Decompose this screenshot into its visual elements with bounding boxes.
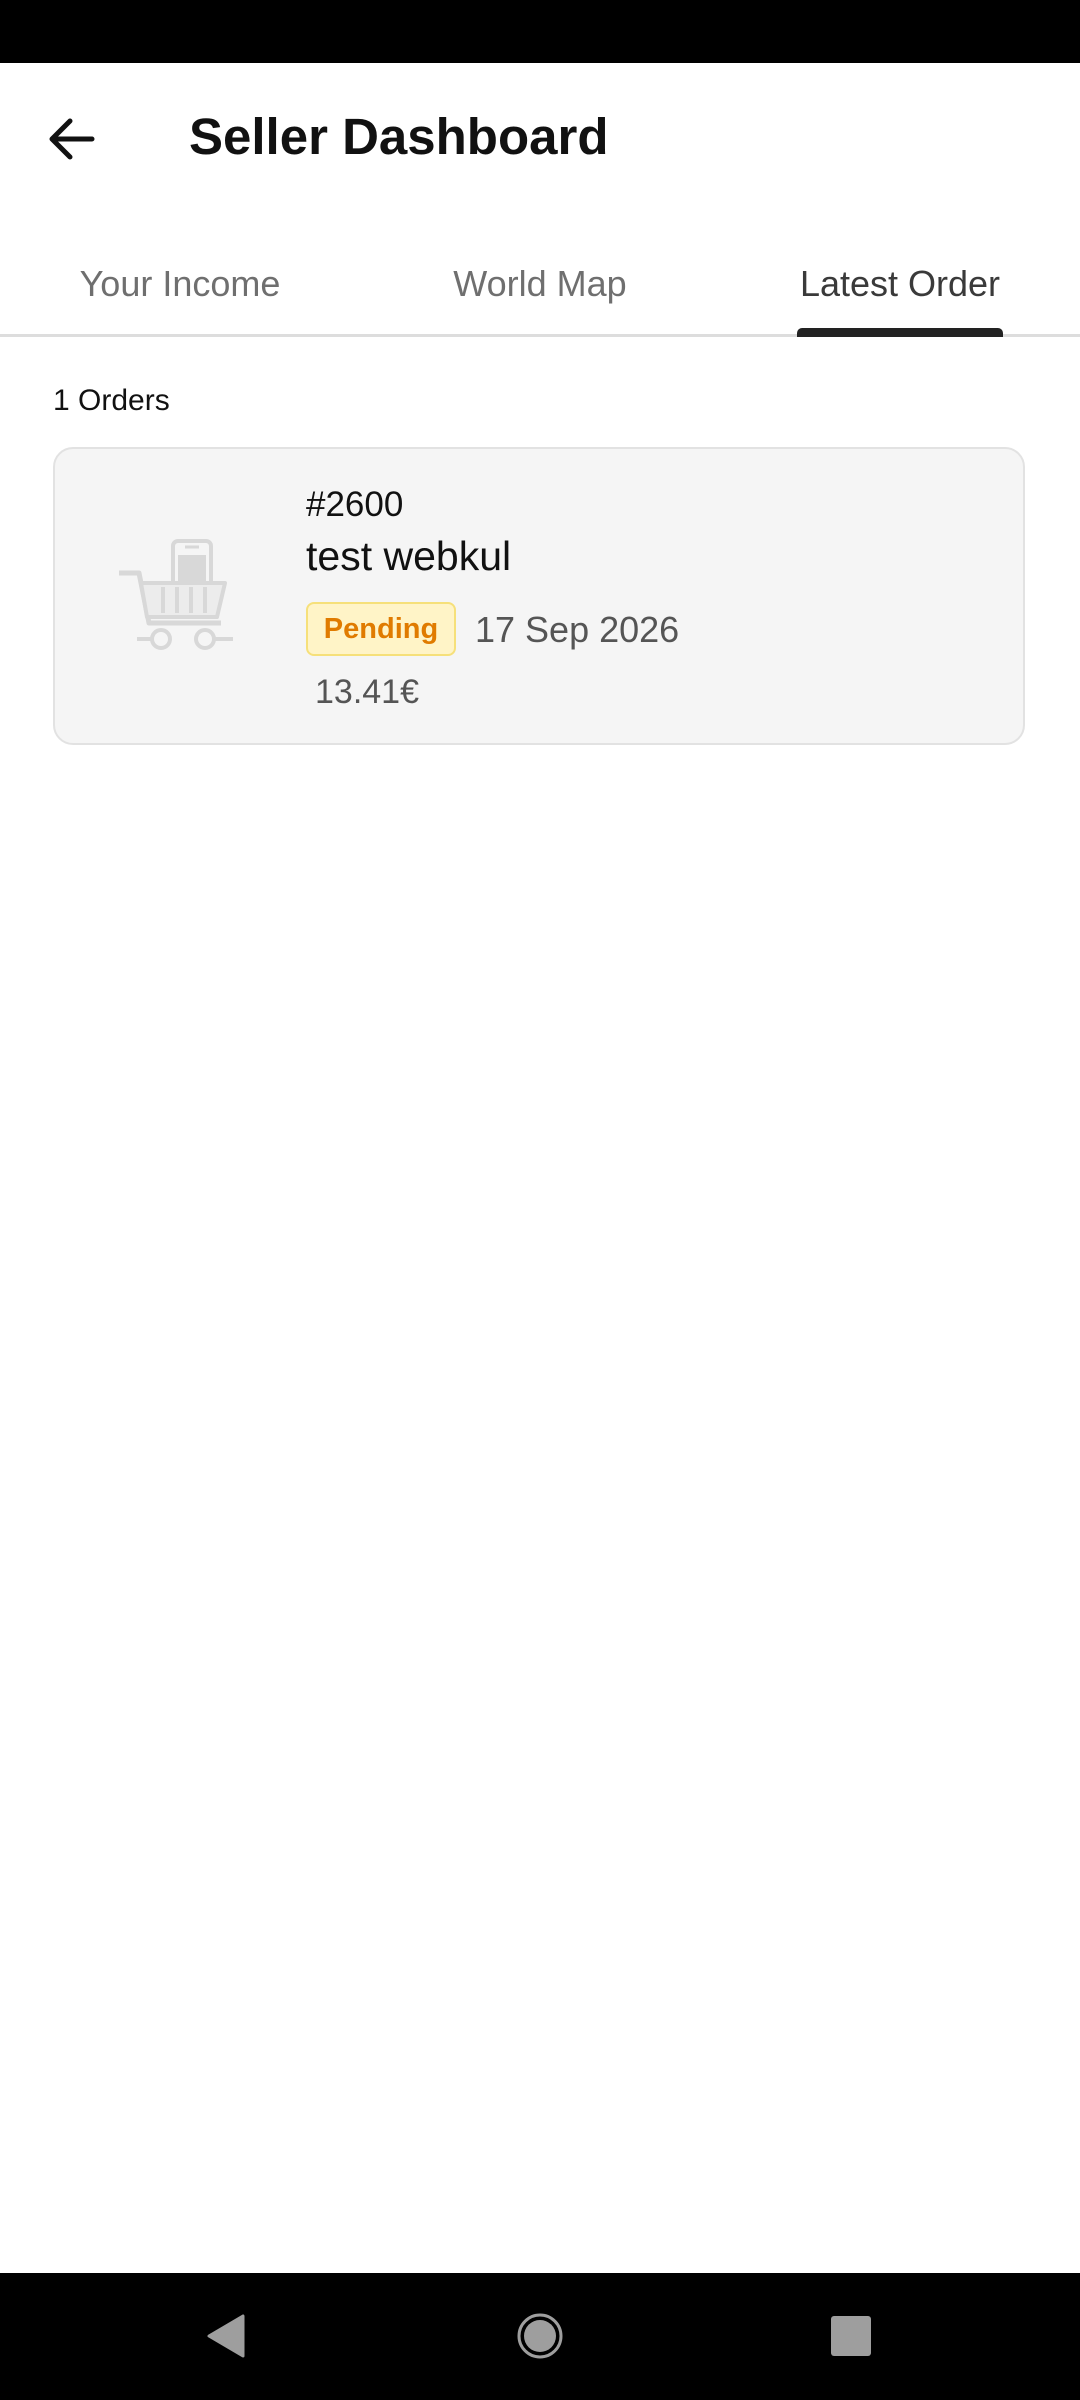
order-date: 17 Sep 2026 <box>475 609 680 650</box>
active-tab-indicator <box>797 328 1003 337</box>
app-screen: Seller Dashboard Your Income World Map L… <box>0 0 1080 2400</box>
system-nav-bar <box>0 2273 1080 2400</box>
back-button[interactable] <box>32 99 112 179</box>
arrow-left-icon <box>49 118 95 160</box>
status-bar <box>0 0 1080 63</box>
status-badge: Pending <box>306 602 456 656</box>
shopping-cart-icon <box>119 539 233 650</box>
tab-bar: Your Income World Map Latest Order <box>0 230 1080 337</box>
tab-world-map[interactable]: World Map <box>405 230 675 334</box>
circle-home-icon <box>517 2313 563 2359</box>
nav-back-button[interactable] <box>180 2291 270 2381</box>
square-recents-icon <box>831 2316 871 2356</box>
order-number: #2600 <box>306 485 404 524</box>
order-card[interactable]: #2600 test webkul Pending 17 Sep 2026 13… <box>53 447 1025 745</box>
app-bar: Seller Dashboard <box>0 63 1080 211</box>
order-amount: 13.41€ <box>315 673 419 711</box>
tab-latest-order[interactable]: Latest Order <box>780 230 1020 334</box>
triangle-back-icon <box>207 2314 245 2358</box>
orders-count: 1 Orders <box>53 384 170 417</box>
customer-name: test webkul <box>306 533 512 579</box>
nav-home-button[interactable] <box>495 2291 585 2381</box>
page-title: Seller Dashboard <box>189 108 609 165</box>
tab-your-income[interactable]: Your Income <box>45 230 315 334</box>
nav-recents-button[interactable] <box>806 2291 896 2381</box>
